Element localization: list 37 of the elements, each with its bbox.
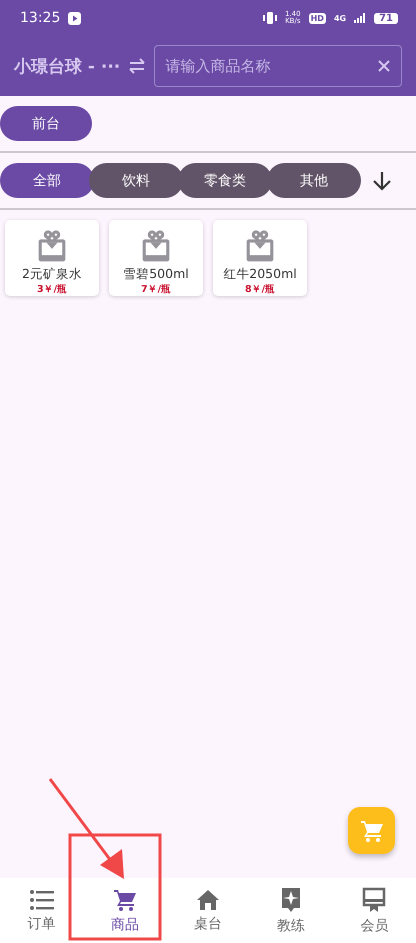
category-tab[interactable]: 其他 — [267, 163, 361, 198]
product-card[interactable]: 雪碧500ml 7￥/瓶 — [109, 220, 203, 296]
nav-tab[interactable]: 商品 — [83, 878, 166, 943]
cart-icon — [112, 888, 137, 912]
nav-tab[interactable]: 桌台 — [166, 878, 250, 943]
arrow-down-icon[interactable] — [373, 170, 391, 190]
search-field[interactable]: 请输入商品名称 — [154, 45, 402, 87]
network-type: 4G — [334, 14, 346, 22]
product-price: 3￥/瓶 — [36, 283, 68, 296]
play-icon — [68, 12, 82, 24]
swap-icon[interactable] — [128, 58, 146, 74]
nav-tab[interactable]: 会员 — [332, 878, 416, 943]
home-icon — [196, 888, 220, 910]
category-tab[interactable]: 饮料 — [89, 163, 183, 198]
product-card[interactable]: 红牛2050ml 8￥/瓶 — [213, 220, 307, 296]
vibrate-icon — [263, 12, 277, 24]
category-tab[interactable]: 全部 — [0, 163, 94, 198]
store-title: 小璟台球 - ··· — [14, 56, 120, 78]
cart-icon — [360, 818, 384, 842]
card-icon — [362, 886, 386, 912]
battery-level: 71 — [374, 12, 398, 24]
clear-icon[interactable] — [378, 60, 390, 72]
product-name: 雪碧500ml — [123, 266, 189, 283]
product-price: 8￥/瓶 — [244, 283, 276, 296]
product-name: 2元矿泉水 — [22, 266, 82, 283]
signal-icon — [354, 13, 366, 23]
nav-tab[interactable]: 订单 — [0, 878, 84, 943]
hd-badge: HD — [308, 12, 326, 24]
status-time: 13:25 — [20, 10, 60, 26]
product-price: 7￥/瓶 — [140, 283, 172, 296]
category-tab[interactable]: 零食类 — [178, 163, 272, 198]
product-name: 红牛2050ml — [223, 266, 297, 283]
nav-tab[interactable]: 教练 — [250, 878, 333, 943]
counter-tab[interactable]: 前台 — [0, 106, 92, 141]
sparkle-badge-icon — [280, 886, 302, 912]
product-card[interactable]: 2元矿泉水 3￥/瓶 — [5, 220, 99, 296]
list-icon — [30, 888, 54, 910]
